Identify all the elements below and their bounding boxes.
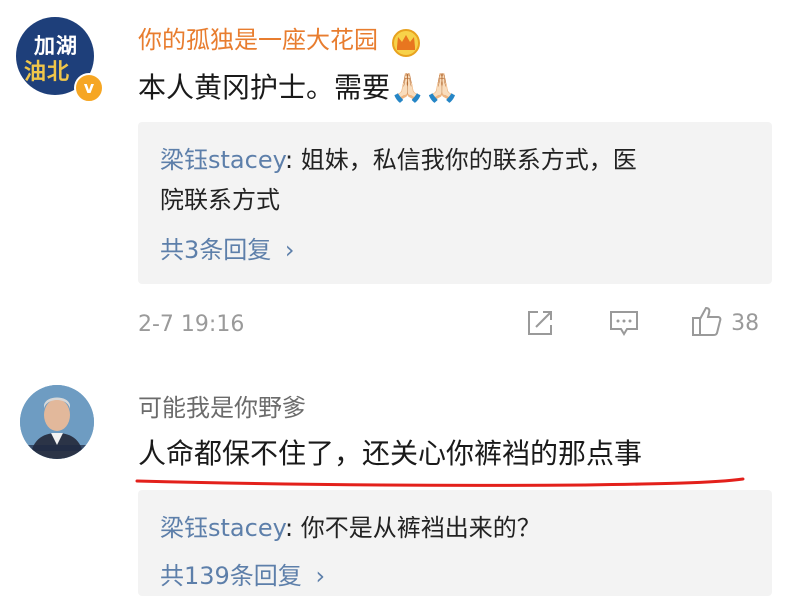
reply-text: 姐妹，私信我你的联系方式，医 [300, 146, 637, 174]
comment-header: 你的孤独是一座大花园 [138, 20, 423, 61]
like-count: 38 [731, 310, 760, 336]
avatar[interactable] [20, 385, 94, 459]
comment-text: 人命都保不住了，还关心你裤裆的那点事 [138, 437, 643, 470]
red-underline [135, 474, 745, 487]
timestamp: 2-7 19:16 [138, 312, 245, 337]
reply-line-2: 院联系方式 [160, 186, 280, 214]
comment-icon[interactable] [608, 308, 640, 342]
reply-preview-box[interactable]: 梁钰stacey: 姐妹，私信我你的联系方式，医 院联系方式 共3条回复 › [138, 122, 772, 284]
verified-badge-icon: v [74, 73, 104, 103]
more-replies-link[interactable]: 共139条回复 › [160, 556, 325, 591]
reply-user[interactable]: 梁钰stacey [160, 146, 285, 174]
reply-line-1: 梁钰stacey: 姐妹，私信我你的联系方式，医 [160, 146, 637, 174]
share-icon[interactable] [525, 308, 555, 342]
more-replies-label: 共139条回复 [160, 562, 302, 590]
reply-user[interactable]: 梁钰stacey [160, 514, 285, 542]
reply-line-1: 梁钰stacey: 你不是从裤裆出来的？ [160, 514, 541, 542]
comment-text: 本人黄冈护士。需要🙏🏻🙏🏻 [138, 71, 460, 104]
chevron-right-icon: › [284, 236, 295, 264]
avatar[interactable]: 加湖 油北 v [16, 17, 104, 103]
like-button[interactable]: 38 [690, 304, 759, 342]
avatar-text-line1: 加湖 [34, 33, 78, 58]
more-replies-link[interactable]: 共3条回复 › [160, 230, 295, 265]
chevron-right-icon: › [315, 562, 326, 590]
more-replies-label: 共3条回复 [160, 236, 272, 264]
username[interactable]: 可能我是你野爹 [138, 388, 306, 423]
reply-text: 你不是从裤裆出来的？ [300, 514, 541, 542]
thumbs-up-icon [690, 304, 724, 342]
username[interactable]: 你的孤独是一座大花园 [138, 26, 378, 54]
crown-icon [389, 27, 423, 61]
reply-preview-box[interactable]: 梁钰stacey: 你不是从裤裆出来的？ 共139条回复 › [138, 490, 772, 596]
avatar-text-line2: 油北 [24, 59, 71, 85]
